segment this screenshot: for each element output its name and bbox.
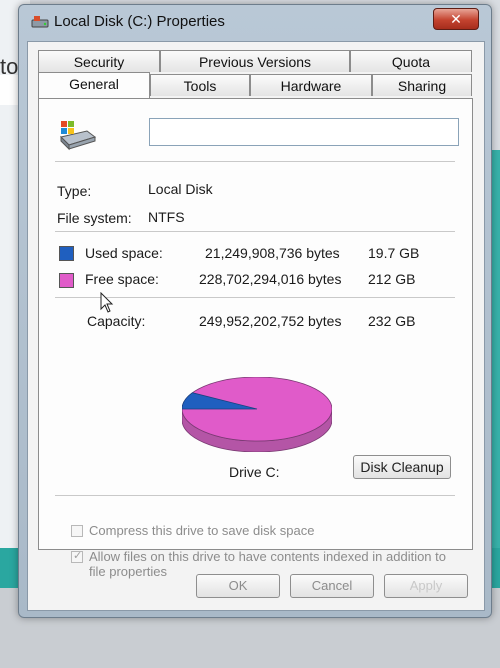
disk-cleanup-button[interactable]: Disk Cleanup bbox=[353, 455, 451, 479]
divider bbox=[55, 495, 455, 496]
ok-button[interactable]: OK bbox=[196, 574, 280, 598]
capacity-bytes: 249,952,202,752 bytes bbox=[199, 313, 342, 329]
mouse-cursor-icon bbox=[100, 292, 114, 313]
dialog-body: Security Previous Versions Quota General… bbox=[27, 41, 485, 611]
filesystem-label: File system: bbox=[57, 210, 132, 226]
general-panel: Type: Local Disk File system: NTFS Used … bbox=[38, 98, 473, 579]
capacity-label: Capacity: bbox=[87, 313, 146, 329]
title-bar[interactable]: Local Disk (C:) Properties ✕ bbox=[19, 5, 491, 39]
free-space-swatch bbox=[59, 273, 74, 288]
type-label: Type: bbox=[57, 183, 92, 199]
used-space-bytes: 21,249,908,736 bytes bbox=[205, 245, 340, 261]
tab-security[interactable]: Security bbox=[38, 50, 160, 72]
divider bbox=[55, 161, 455, 162]
divider bbox=[55, 231, 455, 232]
free-space-label: Free space: bbox=[85, 271, 159, 287]
tab-quota[interactable]: Quota bbox=[350, 50, 472, 72]
local-disk-icon bbox=[60, 121, 97, 151]
compress-label: Compress this drive to save disk space bbox=[89, 523, 315, 538]
tab-sharing[interactable]: Sharing bbox=[372, 74, 472, 96]
divider bbox=[55, 297, 455, 298]
compress-checkbox[interactable] bbox=[71, 525, 83, 537]
drive-label: Drive C: bbox=[229, 464, 280, 480]
tab-hardware[interactable]: Hardware bbox=[250, 74, 372, 96]
tab-previous-versions[interactable]: Previous Versions bbox=[160, 50, 350, 72]
tab-tools[interactable]: Tools bbox=[150, 74, 250, 96]
drive-icon bbox=[31, 16, 49, 28]
window-title: Local Disk (C:) Properties bbox=[54, 13, 225, 30]
filesystem-value: NTFS bbox=[148, 209, 185, 225]
free-space-size: 212 GB bbox=[368, 271, 416, 287]
close-button[interactable]: ✕ bbox=[433, 8, 479, 30]
checkmark-icon: ✓ bbox=[73, 550, 83, 562]
index-label-line2: file properties bbox=[89, 564, 168, 579]
capacity-size: 232 GB bbox=[368, 313, 416, 329]
disk-usage-pie-chart bbox=[182, 377, 332, 452]
used-space-size: 19.7 GB bbox=[368, 245, 420, 261]
free-space-bytes: 228,702,294,016 bytes bbox=[199, 271, 342, 287]
cancel-button[interactable]: Cancel bbox=[290, 574, 374, 598]
apply-button[interactable]: Apply bbox=[384, 574, 468, 598]
index-label-line1: Allow files on this drive to have conten… bbox=[89, 549, 446, 564]
used-space-swatch bbox=[59, 246, 74, 261]
drive-name-input[interactable] bbox=[149, 118, 459, 146]
tab-general[interactable]: General bbox=[38, 72, 150, 98]
index-checkbox[interactable]: ✓ bbox=[71, 550, 83, 563]
type-value: Local Disk bbox=[148, 181, 213, 197]
used-space-label: Used space: bbox=[85, 245, 163, 261]
properties-dialog: Local Disk (C:) Properties ✕ Security Pr… bbox=[18, 4, 492, 618]
